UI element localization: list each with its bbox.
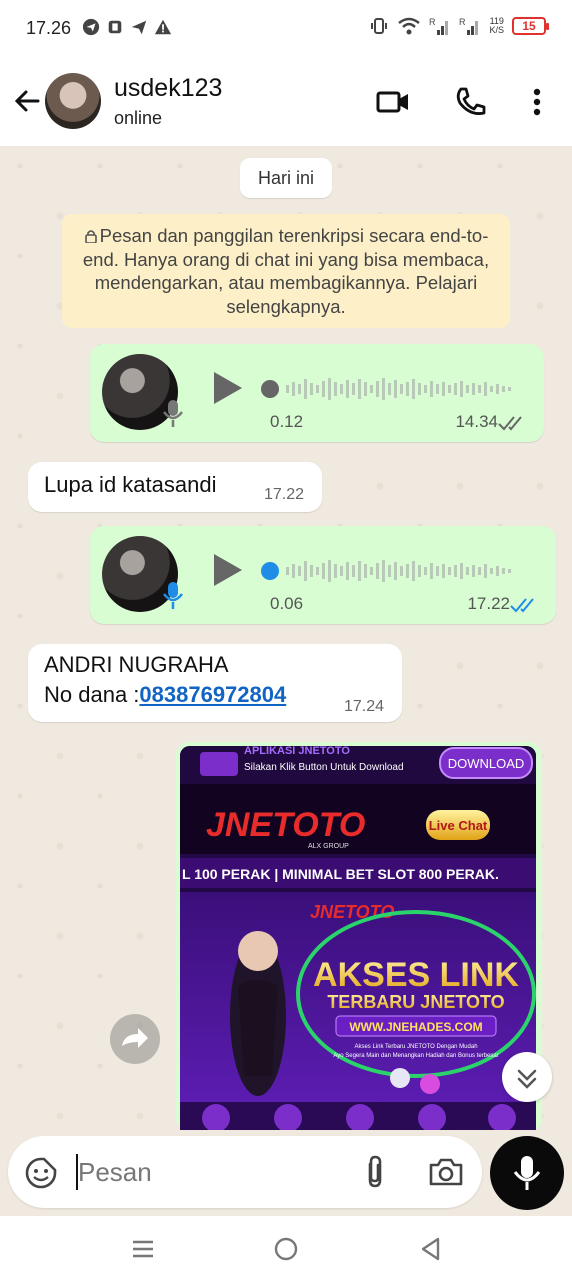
contact-avatar[interactable] — [45, 73, 101, 129]
promo-small1: Akses Link Terbaru JNETOTO Dengan Mudah — [354, 1044, 477, 1050]
waveform[interactable] — [260, 558, 522, 584]
system-navigation-bar — [0, 1216, 572, 1280]
scroll-down-icon — [517, 1069, 537, 1089]
signal-1-icon: R — [429, 17, 449, 35]
warning-notification-icon — [154, 19, 172, 35]
message-time: 17.22 — [467, 594, 510, 613]
signal-2-icon: R — [459, 17, 479, 35]
message-text-line1: ANDRI NUGRAHA — [44, 652, 229, 677]
vibrate-icon — [371, 18, 388, 34]
message-time: 14.34 — [455, 412, 498, 431]
waveform[interactable] — [260, 376, 522, 402]
encryption-notice[interactable]: Pesan dan panggilan terenkripsi secara e… — [62, 214, 510, 328]
nav-back-icon[interactable] — [418, 1236, 444, 1262]
promo-ticker: L 100 PERAK | MINIMAL BET SLOT 800 PERAK… — [182, 866, 499, 882]
net-speed-unit: K/S — [489, 25, 504, 35]
day-chip: Hari ini — [240, 158, 332, 198]
attach-icon[interactable] — [360, 1154, 390, 1190]
mic-icon — [163, 582, 183, 609]
more-options-icon[interactable] — [522, 86, 552, 118]
encryption-notice-text: Pesan dan panggilan terenkripsi secara e… — [82, 225, 490, 317]
contact-name[interactable]: usdek123 — [114, 74, 222, 103]
voice-call-icon[interactable] — [454, 86, 488, 118]
svg-text:R: R — [429, 17, 436, 27]
send-notification-icon — [131, 20, 147, 35]
message-time: 17.22 — [264, 486, 305, 503]
message-time: 17.24 — [344, 698, 385, 715]
nav-recents-icon[interactable] — [130, 1236, 156, 1262]
message-text: Lupa id katasandi — [44, 472, 217, 497]
promo-top-sub: Silakan Klik Button Untuk Download — [244, 762, 404, 773]
nav-home-icon[interactable] — [273, 1236, 299, 1262]
camera-icon[interactable] — [428, 1156, 464, 1188]
mic-icon — [163, 400, 183, 427]
net-speed: 119 K/S — [489, 17, 504, 35]
promo-brand-sub: ALX GROUP — [308, 843, 349, 850]
chat-area[interactable]: Hari ini Pesan dan panggilan terenkripsi… — [0, 146, 572, 1130]
voice-message[interactable]: 0.12 14.34 — [90, 344, 544, 442]
promo-brand: JNETOTO — [206, 806, 365, 844]
forward-button[interactable] — [110, 1014, 160, 1064]
notification-icons — [82, 18, 172, 36]
voice-duration: 0.06 — [270, 594, 304, 613]
voice-message[interactable]: 0.06 17.22 — [90, 526, 556, 624]
incoming-text-message[interactable]: ANDRI NUGRAHA No dana :083876972804 17.2… — [28, 644, 402, 722]
play-icon[interactable] — [212, 370, 244, 406]
double-check-icon — [498, 416, 522, 431]
video-call-icon[interactable] — [376, 86, 410, 118]
promo-url: WWW.JNEHADES.COM — [349, 1020, 482, 1034]
system-indicators: R R 119 K/S 15 — [369, 16, 549, 36]
status-time: 17.26 — [26, 18, 72, 38]
lock-icon — [84, 230, 97, 243]
image-preview[interactable]: APLIKASI JNETOTO Silakan Klik Button Unt… — [180, 746, 536, 1130]
voice-duration: 0.12 — [270, 412, 304, 431]
wifi-icon — [398, 17, 421, 35]
promo-small2: Ayo Segera Main dan Menangkan Hadiah dan… — [333, 1053, 498, 1059]
double-check-icon — [510, 598, 534, 613]
forward-icon — [122, 1028, 148, 1048]
app-notification-icon — [108, 20, 122, 34]
status-bar: 17.26 R R 119 K/S 15 — [0, 0, 572, 58]
battery-indicator: 15 — [512, 17, 549, 35]
promo-top-title: APLIKASI JNETOTO — [244, 746, 350, 757]
chat-header: usdek123 online — [0, 58, 572, 146]
composer-bar — [8, 1136, 482, 1208]
promo-download-label: DOWNLOAD — [448, 756, 525, 771]
promo-line1: AKSES LINK — [313, 956, 519, 994]
incoming-text-message[interactable]: Lupa id katasandi 17.22 — [28, 462, 322, 512]
mic-icon — [513, 1156, 541, 1190]
scroll-down-button[interactable] — [502, 1052, 552, 1102]
back-arrow-icon[interactable] — [12, 86, 42, 116]
phone-number-link[interactable]: 083876972804 — [139, 682, 286, 707]
svg-text:JNETOTO: JNETOTO — [310, 902, 394, 922]
promo-image: APLIKASI JNETOTO Silakan Klik Button Unt… — [180, 746, 536, 1130]
play-icon[interactable] — [212, 552, 244, 588]
svg-text:R: R — [459, 17, 466, 27]
promo-live-chat: Live Chat — [429, 818, 488, 833]
message-text-line2: No dana :083876972804 — [44, 680, 286, 710]
telegram-notification-icon — [82, 18, 100, 36]
emoji-sticker-icon[interactable] — [24, 1156, 58, 1190]
message-text-prefix: No dana : — [44, 682, 140, 707]
voice-record-button[interactable] — [490, 1136, 564, 1210]
image-message[interactable]: APLIKASI JNETOTO Silakan Klik Button Unt… — [176, 742, 542, 1130]
message-input[interactable] — [78, 1152, 338, 1192]
contact-status: online — [114, 108, 163, 128]
promo-line2: TERBARU JNETOTO — [327, 992, 504, 1012]
